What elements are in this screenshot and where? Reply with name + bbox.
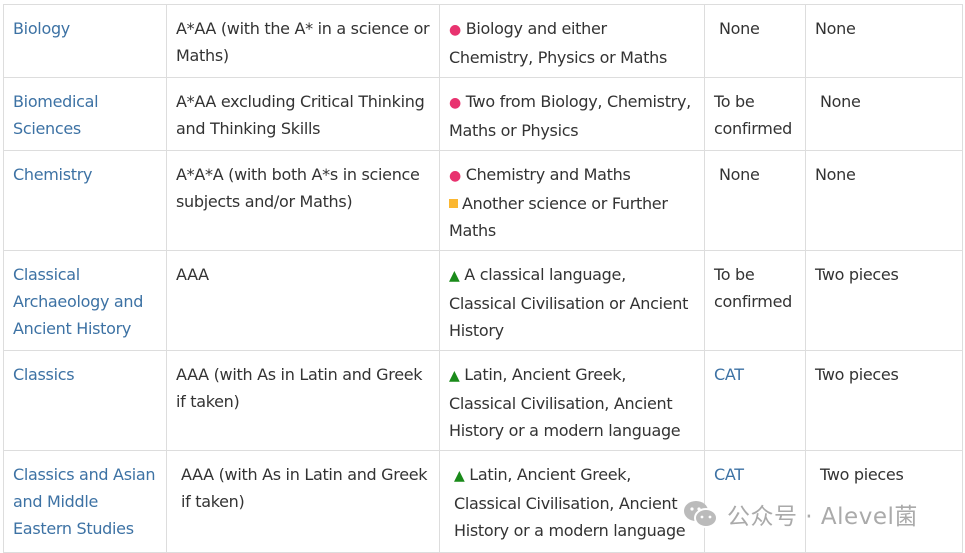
grades-cell: A*AA (with the A* in a science or Maths) (166, 4, 440, 78)
pink-dot-icon: ● (449, 168, 461, 184)
written-work-text: None (815, 19, 856, 38)
watermark: 公众号 · Alevel菌 (683, 497, 918, 531)
test-link[interactable]: CAT (714, 365, 744, 384)
subject-cell: Biomedical Sciences (3, 77, 167, 151)
watermark-text: 公众号 · Alevel菌 (727, 504, 918, 530)
table-row: Biology A*AA (with the A* in a science or… (3, 4, 963, 78)
grades-text: A*AA excluding Critical Thinking and Thi… (176, 92, 425, 138)
subjects-cell: ▲ Latin, Ancient Greek, Classical Civili… (439, 350, 705, 451)
grades-text: AAA (with As in Latin and Greek if taken… (181, 465, 428, 511)
orange-square-icon (449, 199, 458, 208)
table-row: Chemistry A*A*A (with both A*s in science… (3, 150, 963, 251)
grades-cell: A*AA excluding Critical Thinking and Thi… (166, 77, 440, 151)
subject-requirement-text: Chemistry and Maths (465, 165, 631, 184)
table-row: Classical Archaeology and Ancient Histor… (3, 250, 963, 351)
subject-cell: Classical Archaeology and Ancient Histor… (3, 250, 167, 351)
subject-cell: Classics and Asian and Middle Eastern St… (3, 450, 167, 553)
test-cell: None (704, 4, 806, 78)
subject-requirement-text: Latin, Ancient Greek, Classical Civilisa… (454, 465, 686, 540)
written-work-text: Two pieces (815, 365, 899, 384)
subjects-cell: ▲ A classical language, Classical Civili… (439, 250, 705, 351)
subject-requirement-text: Two from Biology, Chemistry, Maths or Ph… (449, 92, 691, 140)
written-work-cell: Two pieces (805, 350, 963, 451)
pink-dot-icon: ● (449, 95, 461, 111)
grades-text: AAA (176, 265, 209, 284)
written-work-cell: None (805, 77, 963, 151)
subject-link[interactable]: Classical Archaeology and Ancient Histor… (13, 265, 143, 338)
grades-text: A*AA (with the A* in a science or Maths) (176, 19, 430, 65)
subject-link[interactable]: Chemistry (13, 165, 92, 184)
written-work-text: None (820, 92, 861, 111)
test-text: To be confirmed (714, 92, 792, 138)
test-cell: To be confirmed (704, 250, 806, 351)
subject-link[interactable]: Classics and Asian and Middle Eastern St… (13, 465, 156, 538)
course-requirements-table: Biology A*AA (with the A* in a science or… (3, 4, 963, 553)
subject-link[interactable]: Biology (13, 19, 70, 38)
green-triangle-icon: ▲ (449, 368, 460, 384)
table-row: Biomedical Sciences A*AA excluding Critic… (3, 77, 963, 151)
subject-cell: Classics (3, 350, 167, 451)
written-work-text: None (815, 165, 856, 184)
test-text: To be confirmed (714, 265, 792, 311)
written-work-cell: None (805, 4, 963, 78)
grades-cell: AAA (166, 250, 440, 351)
test-cell: To be confirmed (704, 77, 806, 151)
subject-requirement-text: Latin, Ancient Greek, Classical Civilisa… (449, 365, 681, 440)
grades-cell: AAA (with As in Latin and Greek if taken… (166, 350, 440, 451)
subject-link[interactable]: Biomedical Sciences (13, 92, 99, 138)
pink-dot-icon: ● (449, 22, 461, 38)
test-text: None (719, 165, 760, 184)
written-work-text: Two pieces (820, 465, 904, 484)
green-triangle-icon: ▲ (454, 468, 465, 484)
green-triangle-icon: ▲ (449, 268, 460, 284)
subject-requirement-text: Biology and either Chemistry, Physics or… (449, 19, 667, 67)
subject-cell: Chemistry (3, 150, 167, 251)
subject-requirement-text: Another science or Further Maths (449, 194, 668, 240)
grades-cell: AAA (with As in Latin and Greek if taken… (166, 450, 440, 553)
subjects-cell: ● Biology and either Chemistry, Physics … (439, 4, 705, 78)
grades-cell: A*A*A (with both A*s in science subjects… (166, 150, 440, 251)
subjects-cell: ▲ Latin, Ancient Greek, Classical Civili… (439, 450, 705, 553)
subjects-cell: ● Chemistry and Maths Another science or … (439, 150, 705, 251)
written-work-text: Two pieces (815, 265, 899, 284)
grades-text: AAA (with As in Latin and Greek if taken… (176, 365, 423, 411)
table-row: Classics AAA (with As in Latin and Greek … (3, 350, 963, 451)
wechat-icon (684, 501, 718, 528)
subject-requirement-text: A classical language, Classical Civilisa… (449, 265, 689, 340)
subjects-cell: ● Two from Biology, Chemistry, Maths or … (439, 77, 705, 151)
written-work-cell: Two pieces (805, 250, 963, 351)
test-cell: CAT (704, 350, 806, 451)
subject-link[interactable]: Classics (13, 365, 75, 384)
test-cell: None (704, 150, 806, 251)
test-link[interactable]: CAT (714, 465, 744, 484)
test-text: None (719, 19, 760, 38)
subject-cell: Biology (3, 4, 167, 78)
grades-text: A*A*A (with both A*s in science subjects… (176, 165, 420, 211)
written-work-cell: None (805, 150, 963, 251)
